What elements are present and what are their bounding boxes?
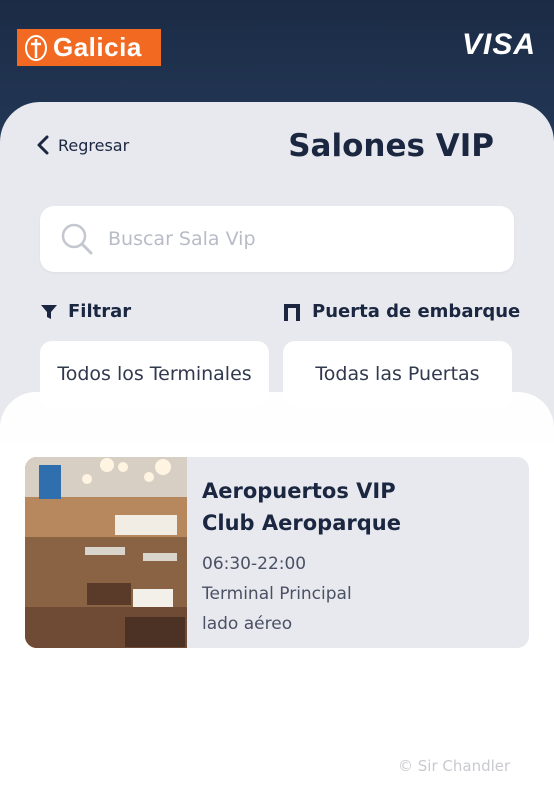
galicia-logo-icon: [25, 34, 47, 61]
lounge-side: lado aéreo: [202, 614, 293, 634]
lounge-card[interactable]: Aeropuertos VIP Club Aeroparque 06:30-22…: [25, 457, 529, 648]
lounge-name-line2: Club Aeroparque: [202, 511, 401, 535]
list-top-edge: [0, 392, 554, 452]
galicia-logo: Galicia: [17, 29, 161, 66]
search-input[interactable]: [108, 228, 488, 250]
search-box[interactable]: [40, 206, 514, 272]
chevron-left-icon: [37, 135, 49, 155]
back-button[interactable]: Regresar: [36, 134, 129, 156]
lounge-details: Aeropuertos VIP Club Aeroparque 06:30-22…: [187, 457, 401, 648]
gate-filter-label: Puerta de embarque: [282, 301, 520, 322]
gate-icon: [284, 303, 300, 321]
search-icon: [61, 223, 93, 255]
terminal-select-value: Todos los Terminales: [57, 363, 252, 385]
lounge-name-line1: Aeropuertos VIP: [202, 479, 396, 503]
terminal-filter-label: Filtrar: [40, 301, 131, 322]
visa-logo: VISA: [461, 28, 536, 61]
gate-select-value: Todas las Puertas: [315, 363, 480, 385]
filter-label-text: Filtrar: [68, 301, 132, 322]
watermark: © Sir Chandler: [398, 757, 511, 775]
back-label: Regresar: [58, 135, 130, 155]
page-title: Salones VIP: [288, 128, 494, 164]
bank-name: Galicia: [53, 32, 142, 62]
filter-icon: [41, 304, 57, 319]
lounge-hours: 06:30-22:00: [202, 554, 307, 574]
lounge-terminal: Terminal Principal: [202, 584, 352, 604]
lounge-photo: [25, 457, 187, 648]
gate-label-text: Puerta de embarque: [312, 301, 521, 322]
